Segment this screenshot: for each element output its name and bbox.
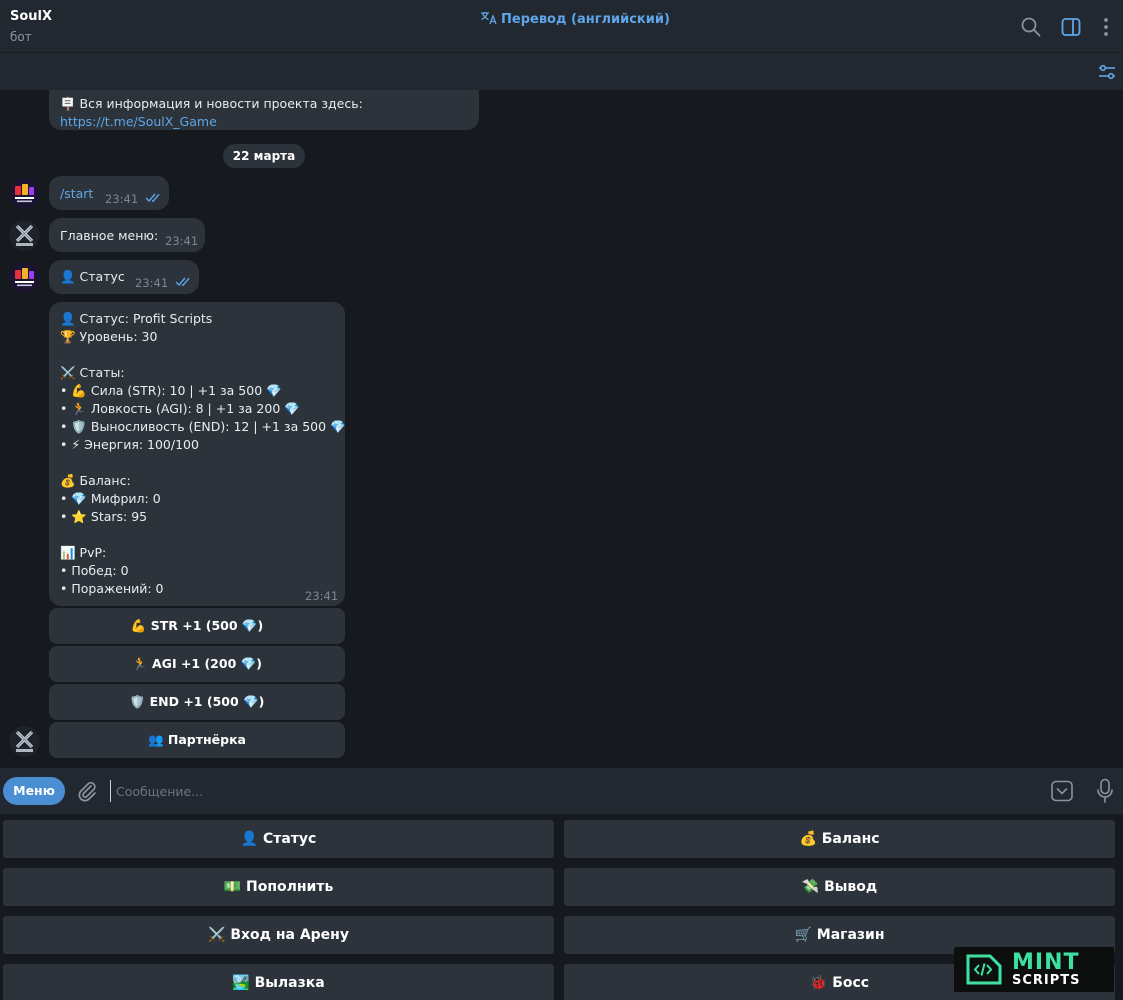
microphone-icon[interactable]	[1096, 778, 1114, 804]
translate-icon	[481, 12, 497, 25]
status-line: • 💪 Сила (STR): 10 | +1 за 500 💎	[60, 383, 282, 398]
user-avatar[interactable]	[9, 262, 40, 293]
message-bubble-outgoing: /start 23:41	[49, 176, 169, 210]
status-line	[60, 526, 346, 544]
translate-label: Перевод (английский)	[501, 12, 670, 27]
command-text[interactable]: /start	[60, 185, 93, 203]
status-line	[60, 346, 346, 364]
status-line: ⚔️ Статы:	[60, 365, 125, 380]
status-line: • Поражений: 0	[60, 581, 164, 596]
status-line: 📊 PvP:	[60, 545, 107, 560]
chat-subtitle: бот	[10, 30, 32, 44]
sidebar-toggle-icon[interactable]	[1060, 16, 1082, 38]
chat-history[interactable]: 🪧 Вся информация и новости проекта здесь…	[0, 90, 1123, 768]
status-line: • ⚡ Энергия: 100/100	[60, 437, 199, 452]
status-line: • 🛡️ Выносливость (END): 12 | +1 за 500 …	[60, 419, 346, 434]
translate-settings-icon[interactable]	[1097, 63, 1117, 81]
message-bubble-outgoing: 👤 Статус 23:41	[49, 260, 199, 294]
status-card-message: 👤 Статус: Profit Scripts 🏆 Уровень: 30 ⚔…	[49, 302, 346, 606]
profit-scripts-logo-icon	[9, 178, 40, 209]
keyboard-topup-button[interactable]: 💵 Пополнить	[3, 868, 554, 906]
bot-keyboard-toggle-icon[interactable]	[1050, 780, 1074, 802]
message-time: 23:41	[135, 276, 169, 290]
bot-avatar[interactable]	[9, 726, 40, 757]
attach-icon[interactable]	[76, 780, 98, 802]
message-text: 👤 Статус	[60, 269, 125, 284]
upgrade-str-button[interactable]: 💪 STR +1 (500 💎)	[49, 608, 345, 644]
status-card-text: 👤 Статус: Profit Scripts 🏆 Уровень: 30 ⚔…	[60, 310, 346, 598]
upgrade-end-button[interactable]: 🛡️ END +1 (500 💎)	[49, 684, 345, 720]
soulx-logo-icon	[9, 220, 40, 251]
message-bubble-incoming: Главное меню: 23:41	[49, 218, 205, 252]
status-line: • ⭐ Stars: 95	[60, 509, 148, 524]
profit-scripts-logo-icon	[9, 262, 40, 293]
message-time: 23:41	[165, 234, 199, 248]
keyboard-status-button[interactable]: 👤 Статус	[3, 820, 554, 858]
bot-avatar[interactable]	[9, 220, 40, 251]
message-composer: Меню	[0, 768, 1123, 814]
status-line: • 💎 Мифрил: 0	[60, 491, 161, 506]
translate-bar	[0, 52, 1123, 90]
status-line: • Побед: 0	[60, 563, 129, 578]
bot-menu-button[interactable]: Меню	[3, 777, 65, 805]
status-line: • 🏃 Ловкость (AGI): 8 | +1 за 200 💎	[60, 401, 300, 416]
date-separator: 22 марта	[223, 144, 305, 168]
upgrade-agi-button[interactable]: 🏃 AGI +1 (200 💎)	[49, 646, 345, 682]
status-line	[60, 454, 346, 472]
read-receipt-icon	[145, 193, 160, 203]
read-receipt-icon	[175, 277, 190, 287]
status-line: 💰 Баланс:	[60, 473, 131, 488]
message-time: 23:41	[305, 589, 339, 603]
keyboard-arena-button[interactable]: ⚔️ Вход на Арену	[3, 916, 554, 954]
user-avatar[interactable]	[9, 178, 40, 209]
message-input[interactable]	[110, 780, 1010, 802]
mint-scripts-watermark: MINT SCRIPTS	[954, 947, 1114, 992]
translate-button[interactable]: Перевод (английский)	[480, 11, 670, 27]
keyboard-raid-button[interactable]: 🏞️ Вылазка	[3, 964, 554, 1000]
keyboard-withdraw-button[interactable]: 💸 Вывод	[564, 868, 1115, 906]
message-bubble: 🪧 Вся информация и новости проекта здесь…	[49, 90, 479, 130]
search-icon[interactable]	[1020, 16, 1042, 38]
partner-button[interactable]: 👥 Партнёрка	[49, 722, 345, 758]
watermark-subtitle: SCRIPTS	[1012, 973, 1081, 988]
message-text: Главное меню:	[60, 228, 159, 243]
message-text: 🪧 Вся информация и новости проекта здесь…	[60, 96, 363, 111]
message-link[interactable]: https://t.me/SoulX_Game	[60, 113, 217, 131]
chat-title[interactable]: SoulX	[10, 9, 52, 24]
more-options-icon[interactable]	[1095, 16, 1117, 38]
mint-scripts-logo-icon	[966, 954, 1002, 985]
status-line: 👤 Статус: Profit Scripts	[60, 311, 213, 326]
soulx-logo-icon	[9, 726, 40, 757]
keyboard-balance-button[interactable]: 💰 Баланс	[564, 820, 1115, 858]
message-time: 23:41	[105, 192, 139, 206]
watermark-title: MINT	[1012, 950, 1080, 975]
status-line: 🏆 Уровень: 30	[60, 329, 158, 344]
